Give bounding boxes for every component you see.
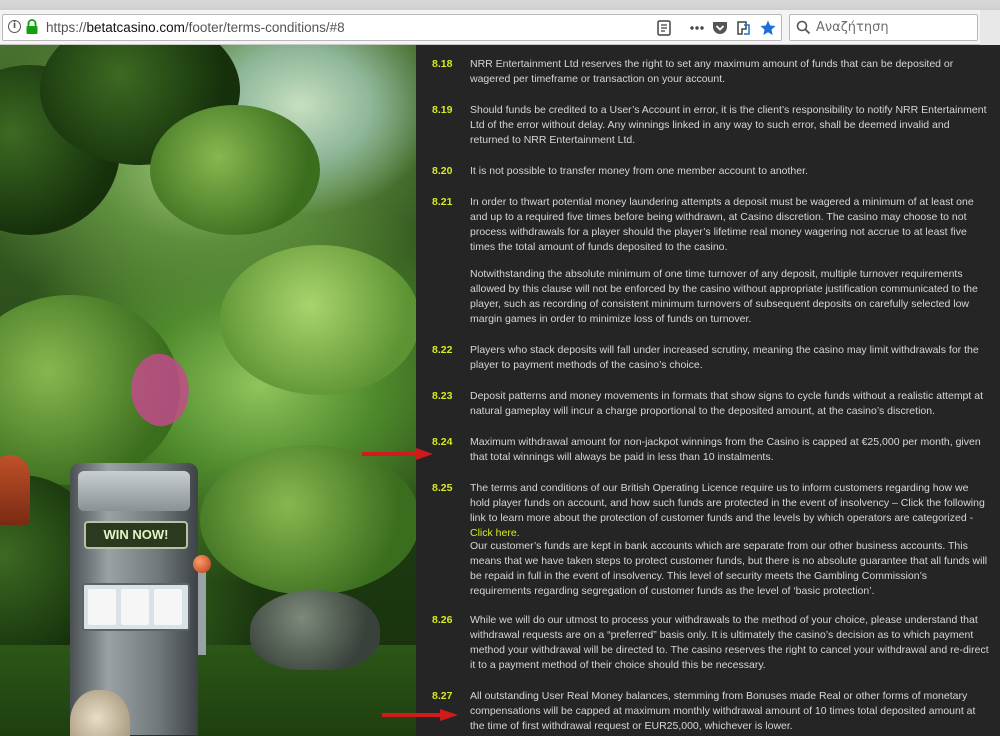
clause-number: 8.18 — [432, 58, 453, 70]
background-game-art: WIN NOW! — [0, 45, 416, 736]
toolbar-overflow-area — [980, 10, 1000, 45]
clause-text: Should funds be credited to a User’s Acc… — [470, 104, 987, 146]
slot-lever-knob — [193, 555, 211, 573]
search-box[interactable] — [789, 14, 978, 41]
mushroom — [0, 455, 30, 525]
slot-machine-top — [78, 471, 190, 511]
clause-text: Maximum withdrawal amount for non-jackpo… — [470, 436, 981, 463]
clause-text-span: The terms and conditions of our British … — [470, 482, 985, 524]
tree-foliage — [150, 105, 320, 235]
slot-lever — [198, 565, 206, 655]
tree-foliage — [220, 245, 416, 395]
info-icon[interactable]: i — [8, 20, 21, 33]
terms-content-panel: 8.18 NRR Entertainment Ltd reserves the … — [416, 45, 1000, 736]
reel — [88, 589, 116, 625]
clause-number: 8.24 — [432, 436, 453, 448]
url-prefix: https:// — [46, 20, 87, 35]
rock — [250, 590, 380, 670]
window-top-strip — [0, 0, 1000, 10]
clause-text: Players who stack deposits will fall und… — [470, 344, 979, 371]
slot-machine-sign: WIN NOW! — [84, 521, 188, 549]
url-path: /footer/terms-conditions/#8 — [184, 20, 345, 35]
clause-text: The terms and conditions of our British … — [470, 482, 985, 539]
clause-number: 8.26 — [432, 614, 453, 626]
clause-number: 8.20 — [432, 165, 453, 177]
clause-number: 8.25 — [432, 482, 453, 494]
clause-text: NRR Entertainment Ltd reserves the right… — [470, 58, 954, 85]
screenshot-icon[interactable] — [734, 19, 752, 37]
clause-text: In order to thwart potential money laund… — [470, 196, 974, 253]
address-bar[interactable]: i https://betatcasino.com/footer/terms-c… — [2, 14, 782, 41]
clause-text: All outstanding User Real Money balances… — [470, 690, 976, 732]
bush — [200, 445, 416, 595]
click-here-link[interactable]: Click here — [470, 527, 517, 539]
annotation-arrow — [382, 709, 458, 721]
clause-number: 8.19 — [432, 104, 453, 116]
annotation-arrow — [362, 448, 433, 460]
clause-number: 8.21 — [432, 196, 453, 208]
url-host: betatcasino.com — [86, 20, 185, 35]
more-actions-icon[interactable] — [688, 19, 706, 37]
url-text[interactable]: https://betatcasino.com/footer/terms-con… — [46, 20, 345, 35]
clause-text: It is not possible to transfer money fro… — [470, 165, 808, 177]
reel — [121, 589, 149, 625]
clause-number: 8.23 — [432, 390, 453, 402]
pocket-icon[interactable] — [711, 19, 729, 37]
browser-toolbar: i https://betatcasino.com/footer/terms-c… — [0, 10, 1000, 45]
clause-number: 8.22 — [432, 344, 453, 356]
clause-text: While we will do our utmost to process y… — [470, 614, 989, 671]
clause-number: 8.27 — [432, 690, 453, 702]
bookmark-star-icon[interactable] — [759, 19, 777, 37]
slot-reels — [82, 583, 190, 631]
reader-view-icon[interactable] — [655, 19, 673, 37]
clause-text: Our customer’s funds are kept in bank ac… — [470, 540, 988, 597]
search-input[interactable] — [816, 18, 971, 36]
search-icon — [796, 20, 811, 35]
reel — [154, 589, 182, 625]
lock-icon[interactable] — [25, 19, 39, 35]
clause-text: Notwithstanding the absolute minimum of … — [470, 268, 978, 325]
clause-text: Deposit patterns and money movements in … — [470, 390, 983, 417]
